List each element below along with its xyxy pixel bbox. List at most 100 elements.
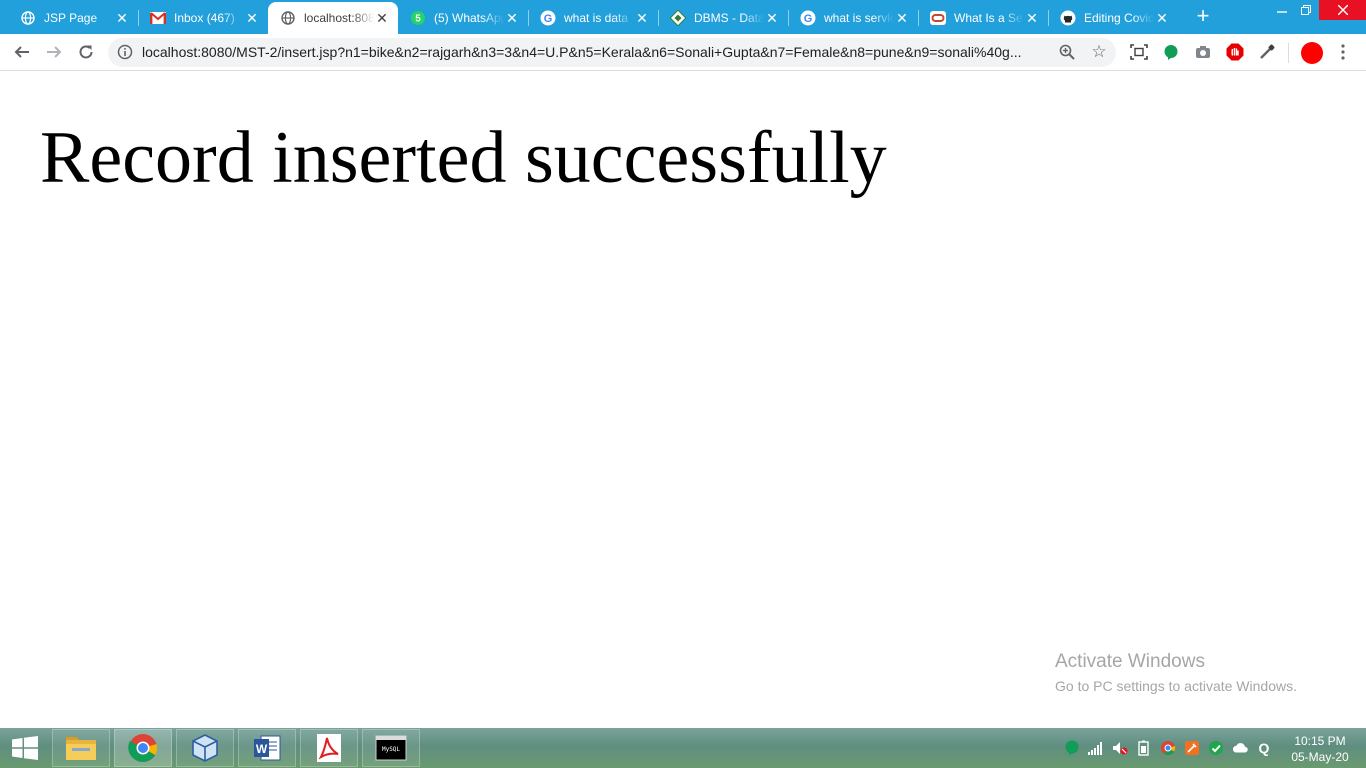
menu-button[interactable] [1334,43,1352,61]
network-signal-icon[interactable] [1088,740,1104,756]
adblock-extension-icon[interactable] [1226,43,1244,61]
github-icon [1060,10,1076,26]
svg-text:Q: Q [1259,740,1270,756]
tab-title: what is servlet [824,11,894,25]
page-content: Record inserted successfully Activate Wi… [0,71,1366,728]
acrobat-icon [317,734,341,762]
tab-whatsapp[interactable]: 5 (5) WhatsApp ✕ [398,2,528,34]
toolbar-divider [1288,43,1289,63]
tab-title: What Is a Se [954,11,1023,25]
tab-oracle[interactable]: What Is a Se ✕ [918,2,1048,34]
chrome-tray-icon[interactable] [1160,740,1176,756]
kebab-menu-icon [1341,44,1345,60]
check-tray-icon[interactable] [1208,740,1224,756]
page-heading: Record inserted successfully [40,117,887,199]
close-tab-icon[interactable]: ✕ [894,10,910,26]
watermark-subtitle: Go to PC settings to activate Windows. [1055,678,1297,694]
battery-plugged-icon[interactable] [1136,740,1152,756]
q-tray-icon[interactable]: Q [1256,740,1272,756]
green-extension-icon[interactable] [1162,43,1180,61]
close-tab-icon[interactable]: ✕ [114,10,130,26]
oracle-icon [930,10,946,26]
tab-google-search-data[interactable]: G what is data ✕ [528,2,658,34]
file-explorer-app[interactable] [52,729,110,767]
google-icon: G [800,10,816,26]
screenshot-extension-icon[interactable] [1130,43,1148,61]
gmail-icon [150,10,166,26]
tab-jsp-page[interactable]: JSP Page ✕ [8,2,138,34]
tab-list: JSP Page ✕ Inbox (467) ✕ localhost:8080 … [8,2,1178,34]
tab-title: what is data [564,11,629,25]
globe-icon [280,10,296,26]
close-tab-icon[interactable]: ✕ [244,10,260,26]
camera-extension-icon[interactable] [1194,43,1212,61]
zoom-icon[interactable] [1058,43,1076,61]
volume-muted-icon[interactable] [1112,740,1128,756]
svg-text:G: G [804,13,813,25]
start-button[interactable] [0,728,50,768]
tab-google-search-servlet[interactable]: G what is servlet ✕ [788,2,918,34]
activate-windows-watermark: Activate Windows Go to PC settings to ac… [1055,650,1297,696]
address-url[interactable]: localhost:8080/MST-2/insert.jsp?n1=bike&… [142,38,1062,67]
svg-text:G: G [544,13,553,25]
tab-title: localhost:8080 [304,11,374,25]
virtualbox-app[interactable] [176,729,234,767]
browser-toolbar: localhost:8080/MST-2/insert.jsp?n1=bike&… [0,34,1366,71]
svg-text:W: W [256,742,268,756]
clock-time: 10:15 PM [1294,734,1346,748]
close-tab-icon[interactable]: ✕ [374,10,390,26]
globe-icon [20,10,36,26]
address-bar[interactable]: localhost:8080/MST-2/insert.jsp?n1=bike&… [108,38,1116,67]
acrobat-app[interactable] [300,729,358,767]
tab-title: (5) WhatsApp [434,11,504,25]
tab-gmail-inbox[interactable]: Inbox (467) ✕ [138,2,268,34]
close-tab-icon[interactable]: ✕ [504,10,520,26]
back-arrow-icon [14,46,29,58]
close-tab-icon[interactable]: ✕ [634,10,650,26]
whatsapp-icon: 5 [410,10,426,26]
file-explorer-icon [66,737,96,760]
reload-icon [79,45,93,59]
onedrive-cloud-icon[interactable] [1232,740,1248,756]
mysql-console-app[interactable]: MySQL [362,729,420,767]
close-tab-icon[interactable]: ✕ [1024,10,1040,26]
tab-github[interactable]: Editing Covid ✕ [1048,2,1178,34]
reload-button[interactable] [74,40,98,64]
close-window-button[interactable] [1319,0,1366,20]
clock-date: 05-May-20 [1291,750,1349,764]
tab-title: Inbox (467) [174,11,235,25]
virtualbox-icon [192,734,218,762]
tab-strip: JSP Page ✕ Inbox (467) ✕ localhost:8080 … [0,0,1366,34]
back-button[interactable] [10,40,34,64]
restore-icon [1301,5,1311,15]
minimize-button[interactable] [1270,0,1294,20]
forward-button[interactable] [42,40,66,64]
forward-arrow-icon [47,46,62,58]
mysql-icon: MySQL [375,735,407,761]
word-app[interactable]: W [238,729,296,767]
watermark-title: Activate Windows [1055,651,1205,672]
windows-logo-icon [12,736,38,760]
close-tab-icon[interactable]: ✕ [1154,10,1170,26]
notes-tray-icon[interactable] [1184,740,1200,756]
tab-dbms[interactable]: DBMS - Data ✕ [658,2,788,34]
eyedropper-extension-icon[interactable] [1258,43,1276,61]
bookmark-star-icon[interactable]: ☆ [1090,42,1108,62]
close-icon [1337,5,1348,15]
new-tab-button[interactable]: + [1190,5,1216,29]
tab-title: Editing Covid [1084,11,1154,25]
google-icon: G [540,10,556,26]
profile-avatar[interactable] [1300,41,1324,65]
svg-text:5: 5 [415,14,421,25]
info-icon[interactable] [117,44,133,60]
chrome-app[interactable] [114,729,172,767]
minimize-icon [1277,11,1287,13]
tab-localhost[interactable]: localhost:8080 ✕ [268,2,398,34]
system-clock[interactable]: 10:15 PM 05-May-20 [1280,733,1360,765]
close-tab-icon[interactable]: ✕ [764,10,780,26]
restore-button[interactable] [1294,0,1318,20]
dbms-site-icon [670,10,686,26]
hangouts-tray-icon[interactable] [1064,740,1080,756]
windows-taskbar: W MySQL Q 10:15 PM 05-May-20 [0,728,1366,768]
tab-title: JSP Page [44,11,98,25]
